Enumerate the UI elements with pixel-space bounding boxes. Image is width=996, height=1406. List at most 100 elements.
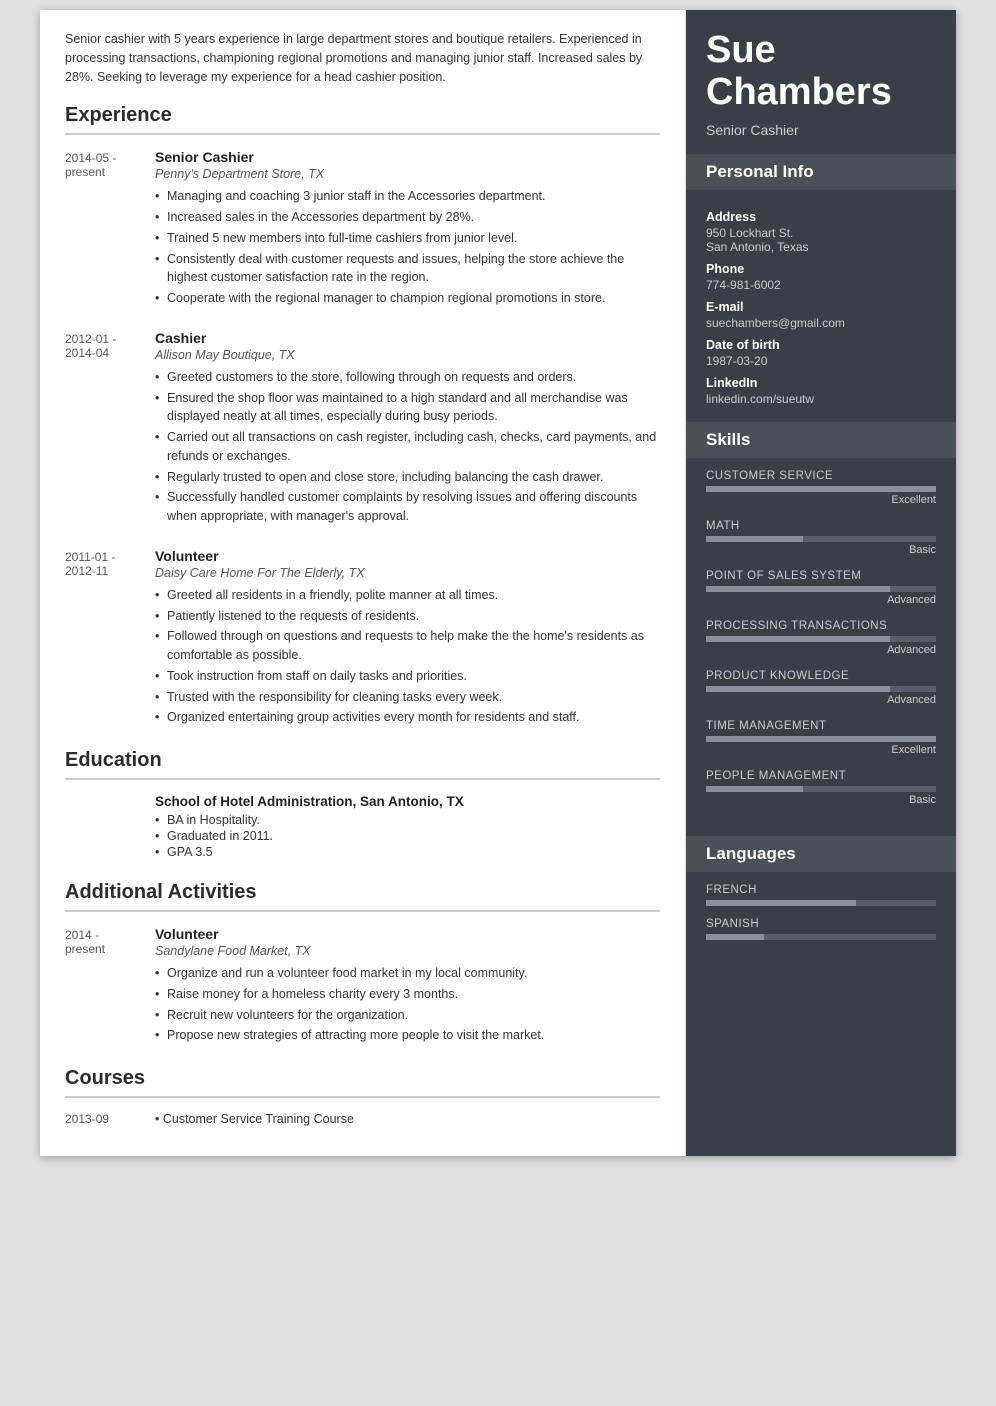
language-bar-fill [706,900,856,906]
skill-bar-fill [706,536,803,542]
job-title-sidebar: Senior Cashier [706,122,936,138]
language-item: FRENCH [706,884,936,906]
courses-divider [65,1096,660,1098]
exp-title: Cashier [155,330,660,346]
language-bar-fill [706,934,764,940]
skill-name: MATH [706,520,936,532]
experience-title: Experience [65,104,660,127]
email-label: E-mail [706,300,936,314]
add-bullet: Organize and run a volunteer food market… [155,964,660,983]
course-date: 2013-09 [65,1112,155,1126]
summary-text: Senior cashier with 5 years experience i… [65,30,660,86]
course-name: • Customer Service Training Course [155,1112,660,1126]
skill-item: TIME MANAGEMENT Excellent [706,720,936,756]
exp-bullet: Managing and coaching 3 junior staff in … [155,187,660,206]
add-bullet: Propose new strategies of attracting mor… [155,1026,660,1045]
exp-content: Cashier Allison May Boutique, TX Greeted… [155,330,660,528]
resume-container: Senior cashier with 5 years experience i… [40,10,956,1156]
skill-level-label: Advanced [706,594,936,606]
dob-label: Date of birth [706,338,936,352]
skill-bar-bg [706,686,936,692]
personal-info-header: Personal Info [686,154,956,190]
education-item: School of Hotel Administration, San Anto… [65,794,660,861]
skill-bar-bg [706,786,936,792]
address-label: Address [706,210,936,224]
skill-bar-fill [706,686,890,692]
exp-bullet: Greeted customers to the store, followin… [155,368,660,387]
skill-name: PROCESSING TRANSACTIONS [706,620,936,632]
add-bullet: Raise money for a homeless charity every… [155,985,660,1004]
exp-company: Daisy Care Home For The Elderly, TX [155,566,660,580]
edu-bullet: Graduated in 2011. [155,829,660,843]
left-column: Senior cashier with 5 years experience i… [40,10,686,1156]
course-item: 2013-09 • Customer Service Training Cour… [65,1112,660,1126]
last-name: Chambers [706,72,936,114]
language-bar-bg [706,900,936,906]
exp-bullet: Greeted all residents in a friendly, pol… [155,586,660,605]
exp-title: Volunteer [155,548,660,564]
skill-bar-bg [706,486,936,492]
exp-date: 2012-01 -2014-04 [65,330,155,528]
exp-content: Senior Cashier Penny's Department Store,… [155,149,660,310]
skill-name: CUSTOMER SERVICE [706,470,936,482]
exp-company: Penny's Department Store, TX [155,167,660,181]
edu-school: School of Hotel Administration, San Anto… [155,794,660,809]
skill-name: POINT OF SALES SYSTEM [706,570,936,582]
exp-bullet: Took instruction from staff on daily tas… [155,667,660,686]
skill-bar-fill [706,736,936,742]
exp-bullet: Followed through on questions and reques… [155,627,660,665]
education-section: Education School of Hotel Administration… [65,749,660,861]
skill-bar-fill [706,636,890,642]
skill-bar-bg [706,736,936,742]
courses-section: Courses 2013-09 • Customer Service Train… [65,1067,660,1126]
skill-bar-fill [706,786,803,792]
exp-bullet: Increased sales in the Accessories depar… [155,208,660,227]
skill-name: TIME MANAGEMENT [706,720,936,732]
courses-list: 2013-09 • Customer Service Training Cour… [65,1112,660,1126]
edu-bullet: GPA 3.5 [155,845,660,859]
exp-bullet: Patiently listened to the requests of re… [155,607,660,626]
education-list: School of Hotel Administration, San Anto… [65,794,660,861]
edu-bullets: BA in Hospitality.Graduated in 2011.GPA … [155,813,660,859]
experience-divider [65,133,660,135]
language-bar-bg [706,934,936,940]
skill-name: PRODUCT KNOWLEDGE [706,670,936,682]
add-bullet: Recruit new volunteers for the organizat… [155,1006,660,1025]
skills-section: CUSTOMER SERVICE Excellent MATH Basic PO… [686,470,956,836]
add-title: Volunteer [155,926,660,942]
education-title: Education [65,749,660,772]
exp-date: 2014-05 -present [65,149,155,310]
edu-date [65,794,155,861]
education-divider [65,778,660,780]
skill-name: PEOPLE MANAGEMENT [706,770,936,782]
email-value: suechambers@gmail.com [706,316,936,330]
exp-bullets: Greeted customers to the store, followin… [155,368,660,526]
first-name: Sue [706,30,936,72]
exp-bullets: Greeted all residents in a friendly, pol… [155,586,660,727]
skill-level-label: Excellent [706,494,936,506]
language-name: FRENCH [706,884,936,896]
add-bullets: Organize and run a volunteer food market… [155,964,660,1045]
languages-section: FRENCH SPANISH [686,884,956,968]
exp-company: Allison May Boutique, TX [155,348,660,362]
skill-bar-bg [706,536,936,542]
name-section: Sue Chambers Senior Cashier [686,10,956,154]
exp-bullet: Carried out all transactions on cash reg… [155,428,660,466]
linkedin-value: linkedin.com/sueutw [706,392,936,406]
exp-bullet: Organized entertaining group activities … [155,708,660,727]
experience-item: 2011-01 -2012-11 Volunteer Daisy Care Ho… [65,548,660,729]
experience-list: 2014-05 -present Senior Cashier Penny's … [65,149,660,729]
skill-item: POINT OF SALES SYSTEM Advanced [706,570,936,606]
skill-item: PEOPLE MANAGEMENT Basic [706,770,936,806]
additional-divider [65,910,660,912]
skills-header: Skills [686,422,956,458]
address-line2: San Antonio, Texas [706,240,936,254]
skill-bar-bg [706,586,936,592]
exp-bullets: Managing and coaching 3 junior staff in … [155,187,660,308]
exp-bullet: Cooperate with the regional manager to c… [155,289,660,308]
exp-bullet: Trusted with the responsibility for clea… [155,688,660,707]
add-content: Volunteer Sandylane Food Market, TX Orga… [155,926,660,1047]
phone-label: Phone [706,262,936,276]
exp-title: Senior Cashier [155,149,660,165]
exp-date: 2011-01 -2012-11 [65,548,155,729]
